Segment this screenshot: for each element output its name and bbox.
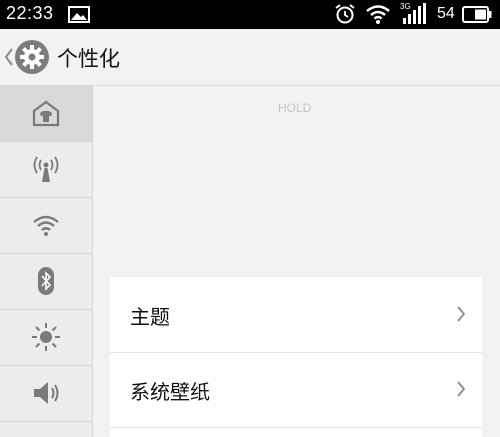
bluetooth-icon (38, 267, 54, 295)
chevron-right-icon (457, 381, 466, 397)
sidebar-item-bluetooth[interactable] (0, 253, 92, 310)
wifi-icon (33, 215, 59, 236)
alarm-icon (335, 4, 355, 24)
home-icon (32, 100, 60, 127)
page-title: 个性化 (57, 47, 120, 71)
sidebar-item-wifi[interactable] (0, 197, 92, 254)
battery-level: 54 (437, 5, 455, 22)
sidebar-item-antenna[interactable] (0, 141, 92, 198)
hold-label: HOLD (278, 101, 312, 115)
volume-icon (34, 382, 59, 404)
list-item-label: 系统壁纸 (130, 380, 210, 404)
settings-list: 主题 系统壁纸 (110, 277, 482, 437)
list-item-label: 主题 (130, 305, 170, 329)
chevron-right-icon (457, 306, 466, 322)
sidebar-item-volume[interactable] (0, 365, 92, 422)
wifi-icon (366, 5, 390, 24)
antenna-icon (33, 156, 59, 182)
status-bar: 22:33 3G 54 (0, 0, 500, 29)
sidebar (0, 85, 93, 437)
gear-icon (15, 40, 49, 74)
sidebar-item-home[interactable] (0, 85, 92, 142)
sidebar-item-brightness[interactable] (0, 309, 92, 366)
battery-icon (462, 6, 492, 23)
image-icon (68, 6, 90, 23)
status-time: 22:33 (6, 3, 54, 23)
list-item-wallpaper[interactable]: 系统壁纸 (110, 352, 482, 428)
brightness-icon (32, 323, 60, 351)
title-bar: 个性化 (0, 29, 500, 86)
back-chevron-icon[interactable] (4, 47, 14, 67)
signal-icon (403, 3, 426, 24)
list-item-theme[interactable]: 主题 (110, 277, 482, 353)
